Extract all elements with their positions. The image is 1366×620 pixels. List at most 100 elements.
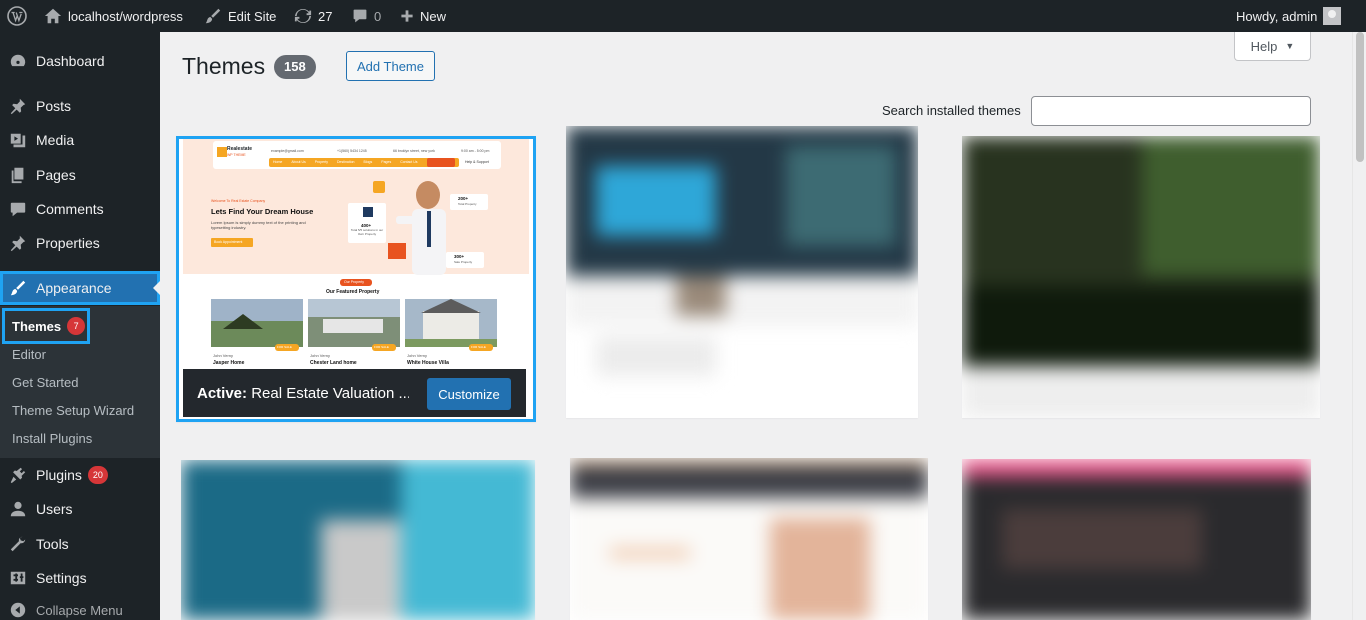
preview-card-tag: FOR SALE: [277, 345, 292, 349]
site-name-link[interactable]: localhost/wordpress: [44, 0, 183, 32]
scrollbar-thumb[interactable]: [1356, 32, 1364, 162]
theme-card[interactable]: [570, 458, 928, 620]
sidebar-item-properties[interactable]: Properties: [0, 226, 160, 260]
preview-nav-item: Blogs: [363, 160, 373, 164]
new-content-link[interactable]: New: [400, 0, 446, 32]
preview-stat1-label: Total Property: [458, 202, 477, 206]
active-prefix: Active:: [197, 384, 248, 402]
edit-site-label: Edit Site: [228, 8, 277, 24]
theme-card[interactable]: [566, 126, 918, 418]
theme-screenshot[interactable]: Realestate WP THEME example@gmail.com +1…: [183, 139, 529, 369]
sidebar-item-appearance[interactable]: Appearance: [0, 271, 160, 305]
sidebar-item-label: Media: [36, 132, 75, 148]
comments-count: 0: [374, 8, 382, 24]
submenu-item-get-started[interactable]: Get Started: [12, 368, 78, 396]
preview-phone: +1(560) 5434 1245: [337, 149, 367, 153]
theme-card[interactable]: [962, 459, 1311, 620]
my-account-link[interactable]: Howdy, admin: [1236, 0, 1342, 32]
sidebar-item-media[interactable]: Media: [0, 123, 160, 157]
sidebar-item-comments[interactable]: Comments: [0, 192, 160, 226]
active-theme-card[interactable]: Realestate WP THEME example@gmail.com +1…: [176, 136, 536, 422]
preview-stat2-label: Total 5/5 solutions in our Own Property: [350, 228, 384, 236]
sidebar-item-settings[interactable]: Settings: [0, 561, 160, 595]
preview-stat3-num: 300+: [454, 254, 465, 259]
sidebar-item-label: Plugins: [36, 467, 82, 483]
sidebar-item-dashboard[interactable]: Dashboard: [0, 44, 160, 78]
pin-icon: [0, 234, 36, 252]
preview-welcome: Welcome To Real Estate Company: [211, 199, 266, 203]
theme-card[interactable]: [181, 460, 535, 620]
help-label: Help: [1250, 38, 1278, 54]
plus-icon: [401, 10, 413, 22]
sidebar-item-label: Settings: [36, 570, 87, 586]
sidebar-item-posts[interactable]: Posts: [0, 89, 160, 123]
sidebar-item-pages[interactable]: Pages: [0, 158, 160, 192]
users-icon: [0, 500, 36, 518]
themes-highlight-outline: [2, 308, 90, 344]
sidebar-item-label: Comments: [36, 201, 104, 217]
collapse-menu-button[interactable]: Collapse Menu: [0, 593, 160, 620]
preview-email: example@gmail.com: [271, 149, 304, 153]
active-theme-bar: Active: Real Estate Valuation ... Custom…: [183, 369, 526, 417]
sidebar-item-label: Properties: [36, 235, 100, 251]
admin-sidebar: Dashboard Posts Media Pages Comments Pro…: [0, 32, 160, 620]
comments-link[interactable]: 0: [352, 0, 381, 32]
preview-featured-title: Our Featured Property: [326, 289, 380, 295]
submenu-item-install-plugins[interactable]: Install Plugins: [12, 424, 92, 452]
edit-site-link[interactable]: Edit Site: [204, 0, 276, 32]
howdy-label: Howdy, admin: [1236, 8, 1318, 24]
submenu-item-editor[interactable]: Editor: [12, 340, 46, 368]
theme-screenshot: [181, 460, 535, 620]
theme-screenshot: [566, 126, 918, 418]
submenu-item-label: Editor: [12, 346, 46, 362]
wordpress-logo-icon[interactable]: [7, 0, 27, 32]
pin-icon: [0, 97, 36, 115]
customize-button[interactable]: Customize: [427, 378, 511, 410]
caret-down-icon: ▼: [1285, 41, 1295, 51]
preview-card-tag: FOR SALE: [374, 345, 389, 349]
preview-nav-item: Pages: [381, 160, 392, 164]
help-tab-button[interactable]: Help ▼: [1234, 32, 1311, 61]
comments-icon: [0, 200, 36, 218]
preview-logo-title: Realestate: [227, 146, 253, 152]
updates-count: 27: [318, 8, 333, 24]
preview-card-name: White House Villa: [407, 360, 449, 366]
brush-icon: [205, 8, 221, 24]
sidebar-item-plugins[interactable]: Plugins 20: [0, 458, 160, 492]
add-theme-button[interactable]: Add Theme: [346, 51, 435, 81]
preview-stat3-label: Sale Property: [454, 260, 473, 264]
submenu-item-theme-setup-wizard[interactable]: Theme Setup Wizard: [12, 396, 134, 424]
active-theme-title: Real Estate Valuation ...: [251, 384, 409, 402]
preview-hero-button: Book Appointment: [214, 240, 243, 244]
preview-nav-item: Home: [273, 160, 283, 164]
updates-link[interactable]: 27: [294, 0, 332, 32]
submenu-item-label: Get Started: [12, 374, 79, 390]
preview-nav-item: Property: [314, 160, 328, 164]
preview-card-tag: FOR SALE: [471, 345, 486, 349]
theme-card[interactable]: [962, 136, 1320, 418]
preview-card-name: Jasper Home: [213, 360, 245, 366]
sidebar-item-label: Posts: [36, 98, 72, 114]
sidebar-item-tools[interactable]: Tools: [0, 527, 160, 561]
avatar: [1323, 7, 1342, 25]
plugins-update-badge: 20: [87, 466, 108, 484]
preview-nav-item: About Us: [291, 160, 306, 164]
preview-nav-item: Destination: [336, 160, 355, 164]
updates-icon: [294, 8, 312, 24]
appearance-icon: [0, 279, 36, 297]
page-title: Themes: [182, 53, 266, 79]
sidebar-item-label: Pages: [36, 167, 76, 183]
theme-count-badge: 158: [274, 55, 316, 79]
submenu-item-label: Theme Setup Wizard: [12, 402, 135, 418]
sidebar-item-users[interactable]: Users: [0, 492, 160, 526]
page-scrollbar[interactable]: [1352, 32, 1366, 620]
preview-card-name: Chester Land home: [310, 360, 357, 366]
preview-hero-title: Lets Find Your Dream House: [211, 207, 314, 216]
tools-icon: [0, 535, 36, 553]
preview-logo-sub: WP THEME: [227, 153, 246, 157]
search-themes-input[interactable]: [1031, 96, 1311, 126]
pages-icon: [0, 166, 36, 184]
preview-address: 66 broklyn street, new york: [393, 149, 435, 153]
preview-help-support: Help & Support: [465, 160, 489, 164]
new-label: New: [420, 8, 447, 24]
